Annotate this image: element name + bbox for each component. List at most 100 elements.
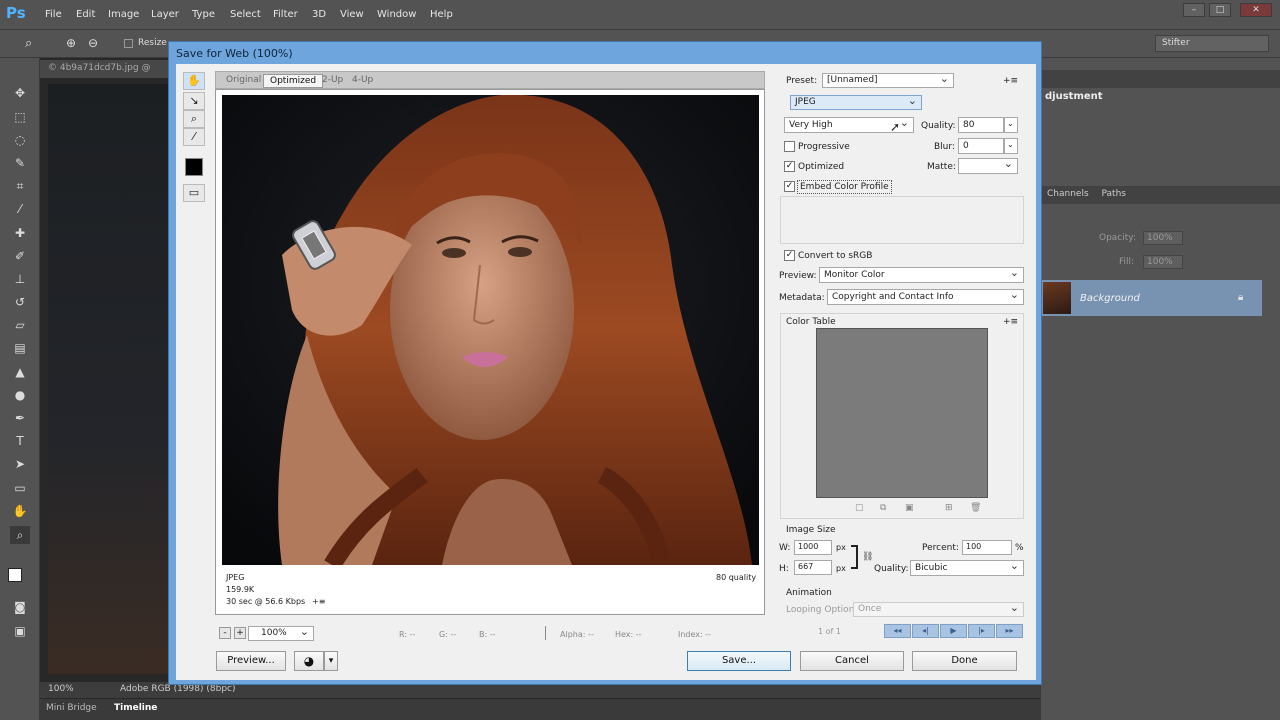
tab-optimized[interactable]: Optimized <box>263 74 324 88</box>
menu-view[interactable]: View <box>340 9 364 20</box>
slice-select-tool-icon[interactable]: ↘ <box>183 92 205 110</box>
looping-select[interactable]: Once <box>853 601 1024 617</box>
zoom-out-button[interactable]: - <box>219 627 231 639</box>
toggle-slices-icon[interactable]: ▭ <box>183 184 205 202</box>
zoom-tool-icon[interactable]: ⌕ <box>10 526 30 544</box>
quality-slider-button[interactable]: ⌄ <box>1004 117 1018 133</box>
tab-timeline[interactable]: Timeline <box>114 703 157 713</box>
menu-edit[interactable]: Edit <box>76 9 95 20</box>
zoom-in-icon[interactable]: ⊕ <box>66 36 76 50</box>
status-zoom[interactable]: 100% <box>48 684 74 694</box>
layer-name[interactable]: Background <box>1080 293 1140 304</box>
play-button[interactable]: ▶ <box>940 624 967 638</box>
quality-field[interactable]: 80 <box>958 117 1004 133</box>
menu-image[interactable]: Image <box>108 9 139 20</box>
path-select-tool-icon[interactable]: ➤ <box>10 455 30 473</box>
tab-mini-bridge[interactable]: Mini Bridge <box>46 703 97 713</box>
menu-select[interactable]: Select <box>230 9 261 20</box>
layer-row-background[interactable] <box>1040 280 1262 316</box>
tab-channels[interactable]: Channels <box>1047 189 1089 199</box>
zoom-out-icon[interactable]: ⊖ <box>88 36 98 50</box>
blur-tool-icon[interactable]: ▲ <box>10 363 30 381</box>
history-brush-icon[interactable]: ↺ <box>10 293 30 311</box>
zoom-tool-icon[interactable]: ⌕ <box>183 110 205 128</box>
map-transparent-icon[interactable]: ▢ <box>855 503 864 513</box>
move-tool-icon[interactable]: ✥ <box>10 84 30 102</box>
crop-tool-icon[interactable]: ⌗ <box>10 177 30 195</box>
format-select[interactable]: JPEG <box>790 94 922 110</box>
menu-help[interactable]: Help <box>430 9 453 20</box>
lasso-tool-icon[interactable]: ◌ <box>10 131 30 149</box>
document-canvas[interactable] <box>48 84 173 674</box>
color-table-menu-icon[interactable]: +≡ <box>1003 317 1018 327</box>
last-frame-button[interactable]: ▸▸ <box>996 624 1023 638</box>
preset-menu-icon[interactable]: +≡ <box>1003 76 1018 86</box>
resize-windows-checkbox[interactable] <box>124 39 133 48</box>
new-color-icon[interactable]: ⊞ <box>945 503 953 513</box>
document-tab[interactable]: © 4b9a71dcd7b.jpg @ <box>40 60 170 78</box>
quick-select-tool-icon[interactable]: ✎ <box>10 154 30 172</box>
zoom-tool-icon[interactable]: ⌕ <box>25 36 32 51</box>
preview-select[interactable]: Monitor Color <box>819 266 1024 283</box>
previous-frame-button[interactable]: ◂| <box>912 624 939 638</box>
cancel-button[interactable]: Cancel <box>800 651 904 671</box>
hand-tool-icon[interactable]: ✋ <box>10 502 30 520</box>
percent-field[interactable]: 100 <box>962 540 1012 555</box>
hand-tool-icon[interactable]: ✋ <box>183 72 205 90</box>
opacity-field[interactable]: 100% <box>1143 231 1183 245</box>
close-window-button[interactable]: ✕ <box>1240 3 1272 17</box>
pen-tool-icon[interactable]: ✒ <box>10 409 30 427</box>
info-menu-icon[interactable]: +≡ <box>312 597 325 606</box>
browser-icon[interactable]: ◕ <box>294 651 324 671</box>
metadata-select[interactable]: Copyright and Contact Info <box>827 288 1024 305</box>
fill-field[interactable]: 100% <box>1143 255 1183 269</box>
height-field[interactable]: 667 <box>794 560 832 575</box>
convert-srgb-checkbox[interactable]: ✓ <box>784 250 795 261</box>
marquee-tool-icon[interactable]: ⬚ <box>10 108 30 126</box>
resample-quality-select[interactable]: Bicubic <box>910 559 1024 576</box>
tab-original[interactable]: Original <box>220 74 267 88</box>
workspace-select[interactable]: Stifter <box>1155 35 1269 52</box>
eyedropper-tool-icon[interactable]: ⁄ <box>183 128 205 146</box>
menu-file[interactable]: File <box>45 9 62 20</box>
eraser-tool-icon[interactable]: ▱ <box>10 316 30 334</box>
stamp-tool-icon[interactable]: ⊥ <box>10 270 30 288</box>
blur-slider-button[interactable]: ⌄ <box>1004 138 1018 154</box>
quick-mask-icon[interactable]: ◙ <box>10 598 30 616</box>
maximize-button[interactable]: □ <box>1209 3 1231 17</box>
lock-color-icon[interactable]: ▣ <box>905 503 914 513</box>
save-button[interactable]: Save... <box>687 651 791 671</box>
menu-layer[interactable]: Layer <box>151 9 179 20</box>
menu-3d[interactable]: 3D <box>312 9 326 20</box>
next-frame-button[interactable]: |▸ <box>968 624 995 638</box>
web-snap-icon[interactable]: ⧉ <box>880 503 886 513</box>
optimized-checkbox[interactable]: ✓ <box>784 161 795 172</box>
tab-4-up[interactable]: 4-Up <box>346 74 379 88</box>
brush-tool-icon[interactable]: ✐ <box>10 247 30 265</box>
healing-tool-icon[interactable]: ✚ <box>10 224 30 242</box>
preview-button[interactable]: Preview... <box>216 651 286 671</box>
dodge-tool-icon[interactable]: ● <box>10 386 30 404</box>
first-frame-button[interactable]: ◂◂ <box>884 624 911 638</box>
zoom-select[interactable]: 100% <box>248 625 314 641</box>
eyedropper-tool-icon[interactable]: ⁄ <box>10 200 30 218</box>
embed-color-profile-checkbox[interactable]: ✓ <box>784 181 795 192</box>
delete-color-icon[interactable]: 🗑︎ <box>970 503 981 513</box>
progressive-checkbox[interactable] <box>784 141 795 152</box>
shape-tool-icon[interactable]: ▭ <box>10 479 30 497</box>
eyedropper-color-swatch[interactable] <box>185 158 203 176</box>
gradient-tool-icon[interactable]: ▤ <box>10 339 30 357</box>
menu-filter[interactable]: Filter <box>273 9 298 20</box>
tab-2-up[interactable]: 2-Up <box>316 74 349 88</box>
screen-mode-icon[interactable]: ▣ <box>10 622 30 640</box>
minimize-button[interactable]: – <box>1183 3 1205 17</box>
done-button[interactable]: Done <box>912 651 1017 671</box>
color-table[interactable] <box>816 328 988 498</box>
zoom-in-button[interactable]: + <box>234 627 246 639</box>
blur-field[interactable]: 0 <box>958 138 1004 154</box>
foreground-color-swatch[interactable] <box>8 568 22 582</box>
constrain-link-icon[interactable]: ⛓ <box>862 552 873 562</box>
width-field[interactable]: 1000 <box>794 540 832 555</box>
menu-window[interactable]: Window <box>377 9 416 20</box>
browser-menu-chevron-icon[interactable]: ▾ <box>324 651 338 671</box>
